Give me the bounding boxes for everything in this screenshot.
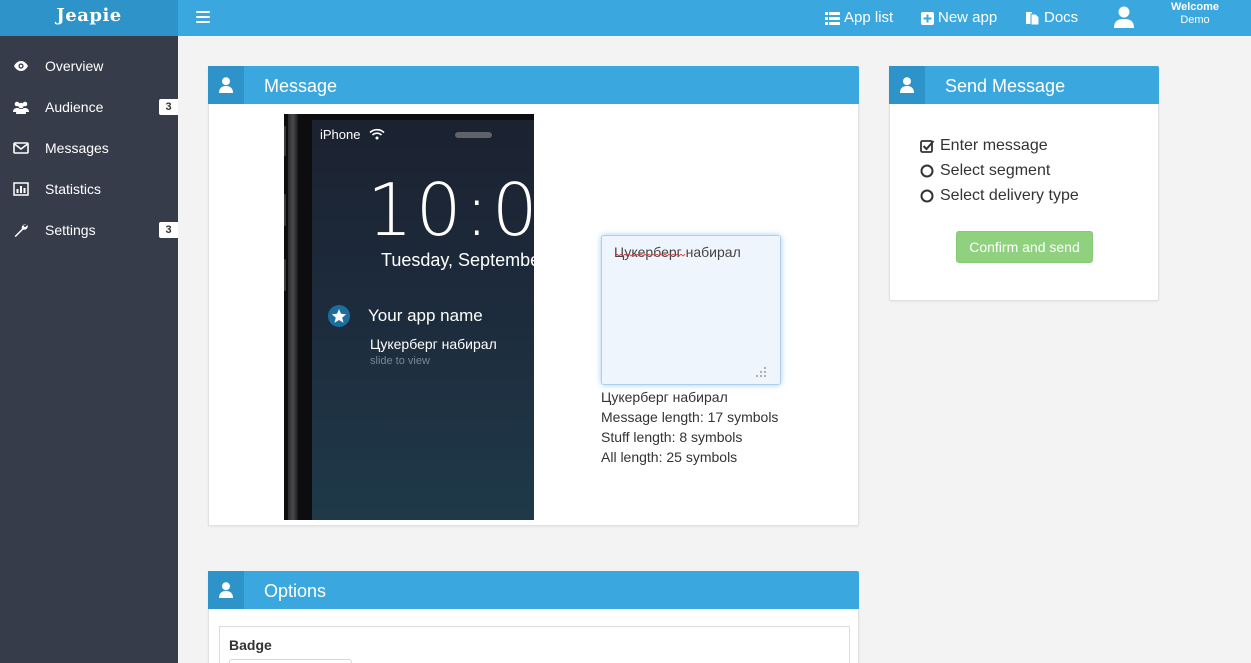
step-select-delivery: Select delivery type xyxy=(920,187,1079,212)
step-label: Select segment xyxy=(940,162,1051,179)
sidebar-item-audience[interactable]: Audience 3 xyxy=(0,87,178,128)
step-label: Select delivery type xyxy=(940,187,1079,204)
phone-carrier: iPhone xyxy=(320,127,361,142)
phone-volume-up xyxy=(284,194,286,226)
step-select-segment: Select segment xyxy=(920,162,1079,187)
phone-side-button xyxy=(284,126,286,156)
user-avatar-icon[interactable] xyxy=(1114,6,1134,28)
nav-docs[interactable]: Docs xyxy=(1025,0,1078,36)
phone-speaker xyxy=(455,132,492,138)
checked-square-icon xyxy=(920,140,935,153)
user-welcome[interactable]: Welcome Demo xyxy=(1160,1,1230,27)
sidebar-item-label: Audience xyxy=(45,99,104,115)
badge-option-group: Badge xyxy=(219,626,850,663)
top-navbar: Jeapie App list New app Docs Welcome Dem… xyxy=(0,0,1251,36)
sidebar-item-label: Settings xyxy=(45,222,96,238)
message-preview-info: Цукерберг набирал Message length: 17 sym… xyxy=(601,387,778,467)
documents-icon xyxy=(1026,11,1040,25)
spellcheck-underline xyxy=(615,254,685,257)
options-panel-title: Options xyxy=(264,581,327,601)
nav-app-list[interactable]: App list xyxy=(825,0,893,36)
sidebar-item-settings[interactable]: Settings 3 xyxy=(0,210,178,251)
badge-label: Badge xyxy=(229,637,272,653)
stuff-length: Stuff length: 8 symbols xyxy=(601,429,743,445)
sidebar-item-statistics[interactable]: Statistics xyxy=(0,169,178,210)
phone-lock-screen: iPhone 10:00 Tuesday, September Your app… xyxy=(312,120,534,520)
username-label: Demo xyxy=(1180,14,1210,26)
settings-count-badge: 3 xyxy=(159,222,178,238)
empty-circle-icon xyxy=(920,189,934,203)
list-icon xyxy=(825,11,840,25)
send-panel-title: Send Message xyxy=(945,76,1066,96)
phone-volume-down xyxy=(284,259,286,291)
message-textarea[interactable] xyxy=(601,235,781,385)
lock-screen-time: 10:00 xyxy=(367,168,534,252)
nav-app-list-label: App list xyxy=(844,9,894,26)
textarea-resize-handle[interactable] xyxy=(755,366,767,378)
badge-input[interactable] xyxy=(229,659,352,663)
sidebar-item-label: Statistics xyxy=(45,181,102,197)
notification-title: Your app name xyxy=(368,306,483,325)
wrench-icon xyxy=(14,224,28,237)
plus-square-icon xyxy=(921,11,934,25)
message-panel-header: Message xyxy=(208,66,859,104)
users-icon xyxy=(13,101,29,114)
panel-user-icon xyxy=(208,571,244,609)
send-steps: Enter message Select segment Select deli… xyxy=(920,137,1079,212)
brand-logo[interactable]: Jeapie xyxy=(0,0,178,36)
notification-text: Цукерберг набирал xyxy=(370,336,497,352)
options-panel-header: Options xyxy=(208,571,859,609)
send-message-panel: Send Message Enter message Select segmen… xyxy=(889,66,1159,301)
all-length: All length: 25 symbols xyxy=(601,449,738,465)
message-panel-title: Message xyxy=(264,76,338,96)
bar-chart-icon xyxy=(13,182,29,196)
confirm-and-send-button[interactable]: Confirm and send xyxy=(956,231,1093,263)
notification-hint: slide to view xyxy=(370,355,430,367)
nav-docs-label: Docs xyxy=(1044,9,1079,26)
preview-text: Цукерберг набирал xyxy=(601,389,728,405)
star-icon xyxy=(328,305,350,327)
nav-new-app-label: New app xyxy=(938,9,998,26)
panel-user-icon xyxy=(889,66,925,104)
wifi-icon xyxy=(369,128,385,140)
phone-preview: iPhone 10:00 Tuesday, September Your app… xyxy=(284,114,534,520)
message-length: Message length: 17 symbols xyxy=(601,409,779,425)
sidebar-item-messages[interactable]: Messages xyxy=(0,128,178,169)
envelope-icon xyxy=(13,142,29,154)
phone-bezel xyxy=(288,114,298,520)
eye-icon xyxy=(14,61,28,71)
sidebar-item-label: Overview xyxy=(45,58,104,74)
step-enter-message: Enter message xyxy=(920,137,1079,162)
lock-screen-date: Tuesday, September xyxy=(381,250,534,270)
empty-circle-icon xyxy=(920,164,934,178)
menu-toggle-icon[interactable] xyxy=(196,11,210,23)
nav-new-app[interactable]: New app xyxy=(921,0,997,36)
sidebar-item-overview[interactable]: Overview xyxy=(0,46,178,87)
message-panel: Message iPhone 10:00 Tuesday, September … xyxy=(208,66,859,526)
sidebar: Overview Audience 3 Messages Statistics … xyxy=(0,36,178,663)
step-label: Enter message xyxy=(940,137,1048,154)
options-panel: Options Badge xyxy=(208,571,859,663)
audience-count-badge: 3 xyxy=(159,99,178,115)
panel-user-icon xyxy=(208,66,244,104)
send-panel-header: Send Message xyxy=(889,66,1159,104)
sidebar-item-label: Messages xyxy=(45,140,109,156)
welcome-label: Welcome xyxy=(1170,1,1220,13)
